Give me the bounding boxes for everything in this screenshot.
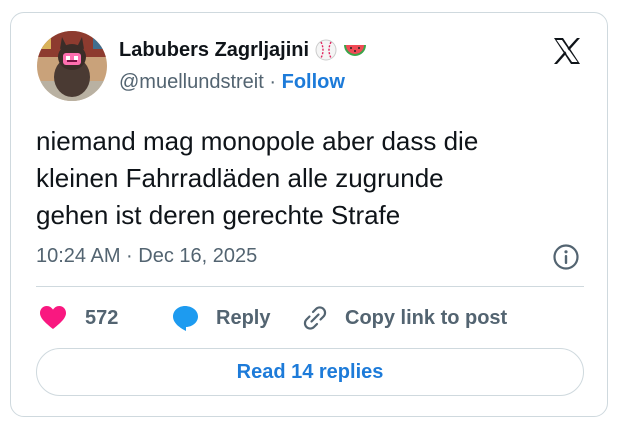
- read-replies-label: Read 14 replies: [236, 360, 384, 383]
- separator-dot: ·: [269, 71, 277, 93]
- copy-link-button[interactable]: Copy link to post: [301, 301, 507, 335]
- baseball-emoji-icon: [315, 39, 337, 61]
- like-count: 572: [85, 306, 119, 329]
- info-icon[interactable]: [552, 243, 580, 271]
- like-button[interactable]: 572: [39, 301, 118, 335]
- follow-button[interactable]: Follow: [282, 71, 345, 93]
- reply-button[interactable]: Reply: [172, 301, 270, 335]
- avatar-image: [37, 31, 107, 101]
- author-name-row: Labubers Zagrljajini: [119, 37, 367, 63]
- divider: [36, 286, 584, 287]
- tweet-card: Labubers Zagrljajini @muellundstreit · F…: [10, 12, 608, 417]
- handle-row: @muellundstreit · Follow: [119, 69, 365, 95]
- action-bar: 572 Reply Copy link to post: [36, 301, 584, 335]
- author-block: Labubers Zagrljajini @muellundstreit · F…: [119, 37, 367, 95]
- author-display-name[interactable]: Labubers Zagrljajini: [119, 37, 309, 63]
- link-icon: [301, 304, 329, 332]
- speech-bubble-icon: [172, 304, 200, 332]
- read-replies-button[interactable]: Read 14 replies: [36, 348, 584, 396]
- x-logo-icon[interactable]: [552, 36, 582, 66]
- author-handle[interactable]: @muellundstreit: [119, 71, 264, 93]
- tweet-text: niemand mag monopole aber dass die klein…: [36, 126, 479, 230]
- heart-icon: [39, 305, 67, 331]
- avatar[interactable]: [37, 31, 107, 101]
- reply-label: Reply: [216, 306, 271, 329]
- tweet-timestamp[interactable]: 10:24 AM · Dec 16, 2025: [36, 243, 257, 269]
- copy-link-label: Copy link to post: [345, 306, 508, 329]
- watermelon-emoji-icon: [343, 39, 367, 61]
